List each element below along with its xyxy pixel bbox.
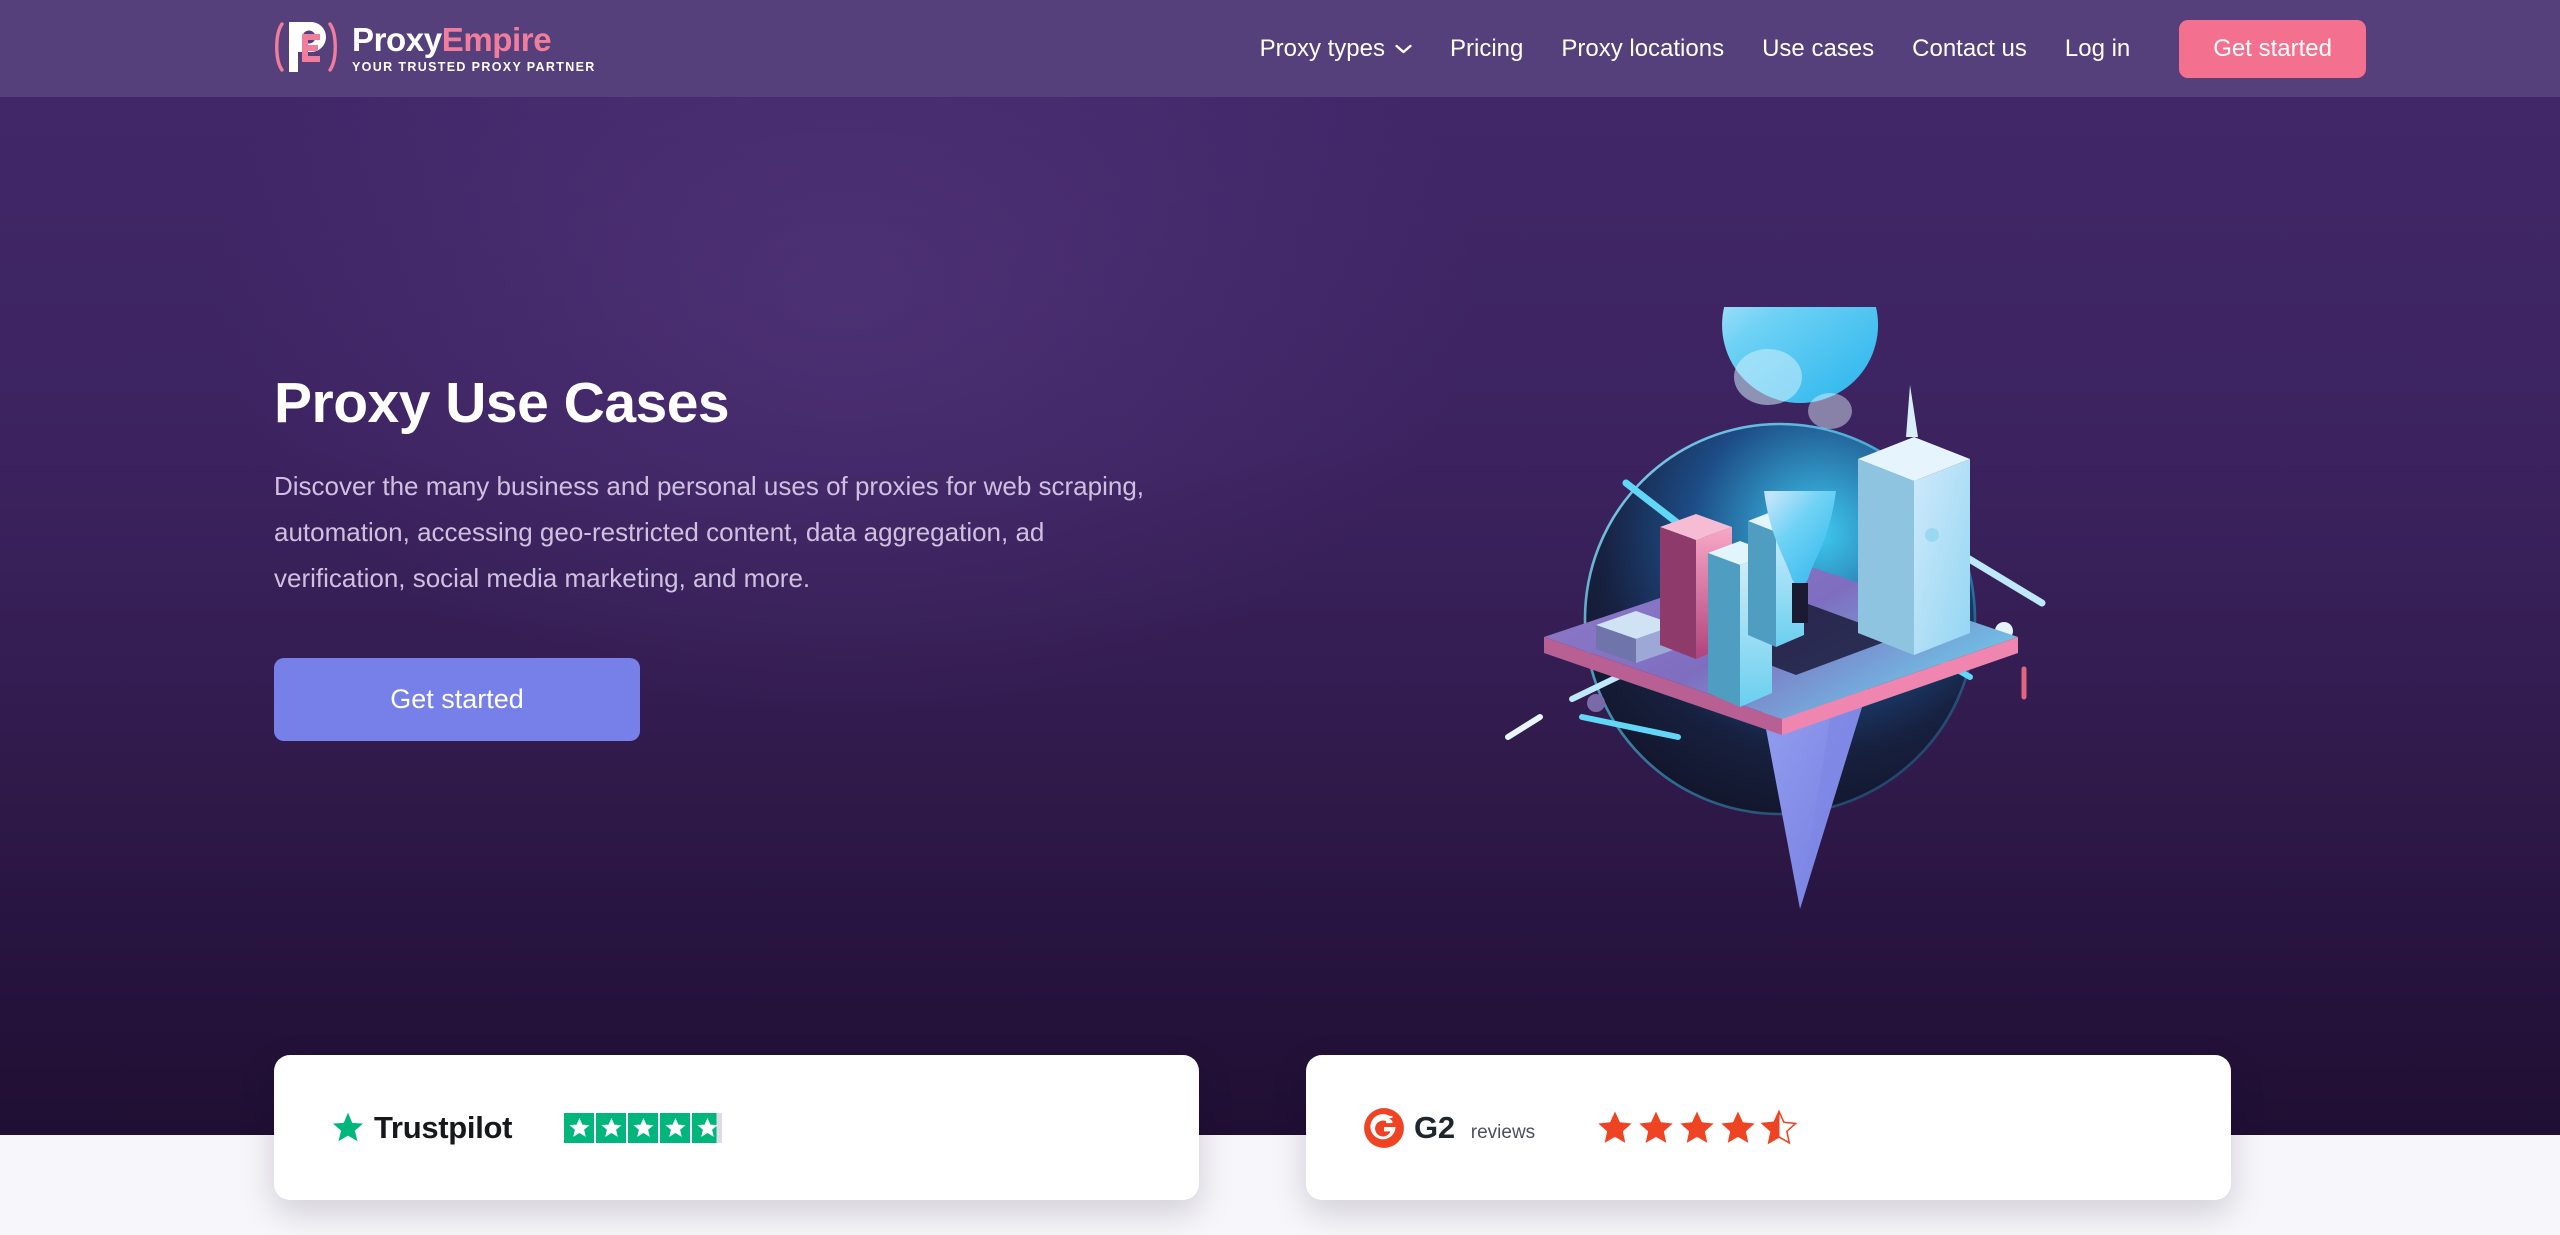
trustpilot-star-icon xyxy=(331,1111,365,1144)
star-icon xyxy=(1637,1109,1675,1146)
review-cards: Trustpilot G2 reviews xyxy=(274,1055,2231,1200)
site-header: ProxyEmpire YOUR TRUSTED PROXY PARTNER P… xyxy=(0,0,2560,97)
trustpilot-review-card[interactable]: Trustpilot xyxy=(274,1055,1199,1200)
nav-item-pricing[interactable]: Pricing xyxy=(1431,35,1542,63)
trustpilot-brand: Trustpilot xyxy=(331,1110,512,1146)
star-icon xyxy=(1596,1109,1634,1146)
g2-star-rating xyxy=(1596,1109,1798,1146)
nav-item-use-cases[interactable]: Use cases xyxy=(1743,35,1893,63)
header-get-started-button[interactable]: Get started xyxy=(2179,20,2366,78)
nav-item-proxy-types[interactable]: Proxy types xyxy=(1241,35,1431,63)
trustpilot-star-box-icon xyxy=(692,1113,722,1143)
nav-label: Use cases xyxy=(1762,35,1874,63)
half-star-icon xyxy=(1760,1109,1798,1146)
star-icon xyxy=(1719,1109,1757,1146)
star-icon xyxy=(1678,1109,1716,1146)
g2-review-card[interactable]: G2 reviews xyxy=(1306,1055,2231,1200)
g2-brand: G2 reviews xyxy=(1363,1107,1535,1149)
g2-reviews-label: reviews xyxy=(1471,1122,1535,1149)
logo-wordmark: ProxyEmpire xyxy=(352,23,596,56)
page-title: Proxy Use Cases xyxy=(274,372,1194,435)
trustpilot-star-box-icon xyxy=(564,1113,594,1143)
nav-label: Proxy types xyxy=(1260,35,1385,63)
nav-label: Pricing xyxy=(1450,35,1523,63)
nav-label: Contact us xyxy=(1912,35,2027,63)
page-root: ProxyEmpire YOUR TRUSTED PROXY PARTNER P… xyxy=(0,0,2560,1235)
logo-word-empire: Empire xyxy=(442,21,551,58)
nav-label: Proxy locations xyxy=(1561,35,1724,63)
trustpilot-star-box-icon xyxy=(660,1113,690,1143)
trustpilot-brand-name: Trustpilot xyxy=(374,1110,512,1146)
g2-circle-icon xyxy=(1363,1107,1405,1149)
hero-section: Proxy Use Cases Discover the many busine… xyxy=(0,97,2560,1135)
isometric-3d-city-location-pin-chart-illustration xyxy=(1500,307,2060,947)
main-navigation: Proxy types Pricing Proxy locations Use … xyxy=(1241,0,2560,97)
logo-text: ProxyEmpire YOUR TRUSTED PROXY PARTNER xyxy=(352,21,596,74)
nav-item-contact-us[interactable]: Contact us xyxy=(1893,35,2046,63)
nav-item-proxy-locations[interactable]: Proxy locations xyxy=(1542,35,1743,63)
g2-brand-name: G2 xyxy=(1414,1110,1455,1146)
nav-item-log-in[interactable]: Log in xyxy=(2046,35,2149,63)
logo-tagline: YOUR TRUSTED PROXY PARTNER xyxy=(352,61,596,74)
hero-copy: Proxy Use Cases Discover the many busine… xyxy=(274,372,1194,741)
trustpilot-star-box-icon xyxy=(628,1113,658,1143)
proxyempire-pe-monogram-icon xyxy=(274,16,338,78)
logo[interactable]: ProxyEmpire YOUR TRUSTED PROXY PARTNER xyxy=(274,16,596,78)
chevron-down-icon xyxy=(1395,44,1412,54)
hero-get-started-button[interactable]: Get started xyxy=(274,658,640,741)
trustpilot-star-rating xyxy=(564,1113,722,1143)
trustpilot-star-box-icon xyxy=(596,1113,626,1143)
nav-label: Log in xyxy=(2065,35,2130,63)
logo-word-proxy: Proxy xyxy=(352,21,442,58)
hero-description: Discover the many business and personal … xyxy=(274,463,1164,601)
